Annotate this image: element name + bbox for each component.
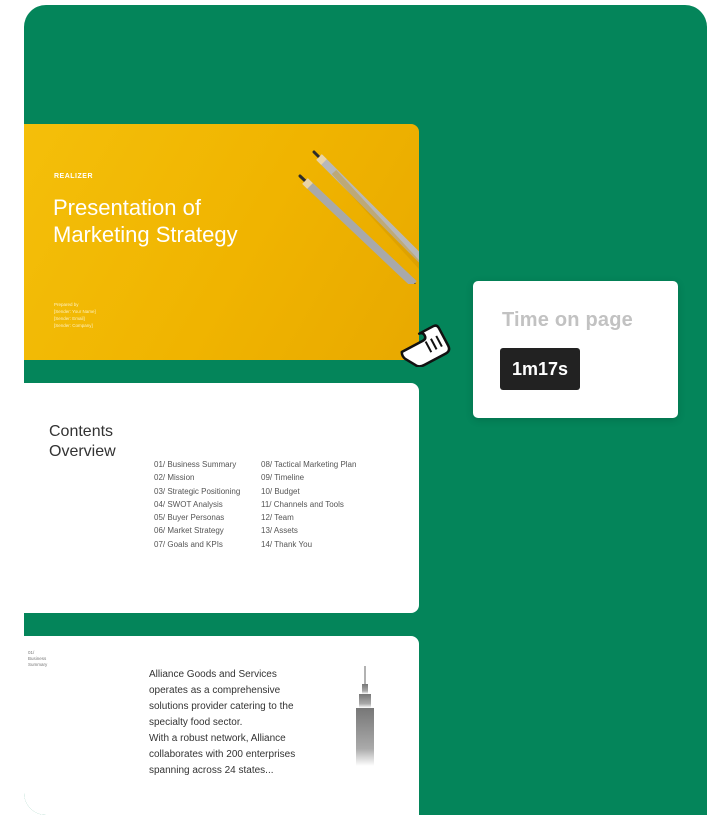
toc-column-1: 01/ Business Summary 02/ Mission 03/ Str… xyxy=(154,458,240,551)
cover-meta: Prepared by [Sender: Your Name] [Sender:… xyxy=(54,301,96,329)
brand-logo: REALIZER xyxy=(54,173,93,180)
slide-title: Presentation of Marketing Strategy xyxy=(53,194,313,248)
meta-line: Prepared by xyxy=(54,302,79,307)
summary-body: Alliance Goods and Services operates as … xyxy=(149,667,339,779)
toc-item: 10/ Budget xyxy=(261,486,300,496)
time-on-page-tooltip: Time on page 1m17s xyxy=(473,281,678,418)
contents-title: Contents Overview xyxy=(49,422,159,462)
toc-item: 04/ SWOT Analysis xyxy=(154,499,223,509)
section-label: 01/ Business Summary xyxy=(28,650,47,668)
toc-item: 03/ Strategic Positioning xyxy=(154,486,241,496)
tooltip-label: Time on page xyxy=(502,309,633,331)
skyscraper-image xyxy=(356,666,374,766)
toc-item: 02/ Mission xyxy=(154,473,195,483)
toc-item: 11/ Channels and Tools xyxy=(261,499,344,509)
section-label-line: Summary xyxy=(28,662,48,667)
meta-line: [Sender: Company] xyxy=(54,323,93,328)
pencils-image xyxy=(298,150,419,284)
toc-item: 14/ Thank You xyxy=(261,539,313,549)
hand-pointer-icon xyxy=(400,324,451,367)
toc-item: 06/ Market Strategy xyxy=(154,526,224,536)
contents-title-line-2: Overview xyxy=(49,443,116,460)
body-line: specialty food sector. xyxy=(149,717,243,728)
body-line: operates as a comprehensive xyxy=(149,685,281,696)
slide-contents[interactable]: Contents Overview 01/ Business Summary 0… xyxy=(24,383,419,613)
contents-title-line-1: Contents xyxy=(49,423,114,440)
slide-business-summary[interactable]: 01/ Business Summary Alliance Goods and … xyxy=(24,636,419,815)
title-line-1: Presentation of xyxy=(53,195,201,220)
body-line: solutions provider catering to the xyxy=(149,701,294,712)
toc-item: 08/ Tactical Marketing Plan xyxy=(261,460,357,469)
body-line: Alliance Goods and Services xyxy=(149,669,277,680)
slide-cover[interactable]: REALIZER Presentation of Marketing Strat… xyxy=(24,124,419,360)
title-line-2: Marketing Strategy xyxy=(53,222,238,247)
meta-line: [Sender: Your Name] xyxy=(54,309,96,314)
toc-item: 07/ Goals and KPIs xyxy=(154,539,223,549)
toc-item: 12/ Team xyxy=(261,513,294,523)
toc-item: 13/ Assets xyxy=(261,526,298,536)
toc-item: 05/ Buyer Personas xyxy=(154,513,225,523)
body-line: With a robust network, Alliance xyxy=(149,733,286,744)
toc-item: 09/ Timeline xyxy=(261,473,305,483)
toc-item: 01/ Business Summary xyxy=(154,460,237,469)
analytics-card: REALIZER Presentation of Marketing Strat… xyxy=(24,5,707,815)
body-line: collaborates with 200 enterprises xyxy=(149,749,296,760)
time-value-badge: 1m17s xyxy=(500,348,581,390)
body-line: spanning across 24 states... xyxy=(149,765,274,776)
toc-column-2: 08/ Tactical Marketing Plan 09/ Timeline… xyxy=(261,458,356,551)
meta-line: [Sender: Email] xyxy=(54,316,85,321)
